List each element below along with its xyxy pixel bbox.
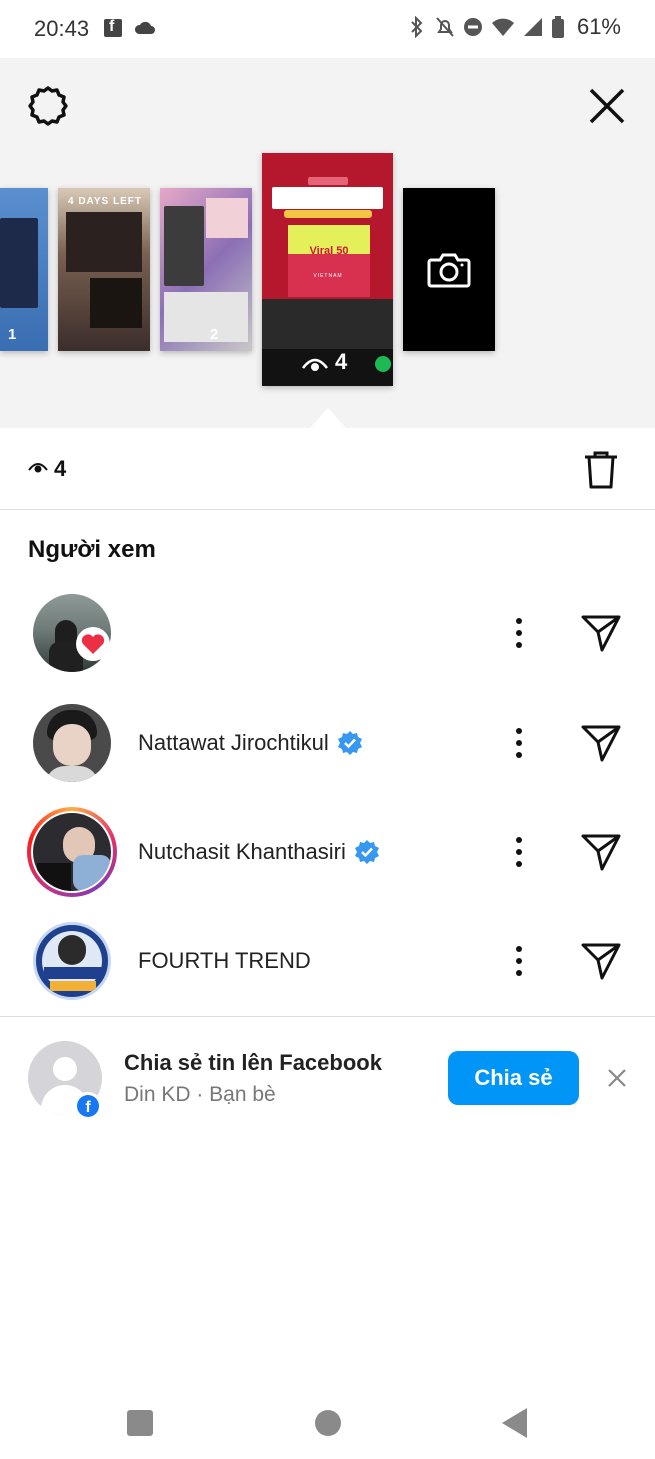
avatar — [33, 813, 111, 891]
send-icon[interactable] — [580, 722, 622, 764]
verified-icon — [354, 840, 379, 864]
camera-icon — [427, 253, 471, 287]
viewers-title: Người xem — [28, 536, 156, 563]
heart-icon — [81, 634, 105, 654]
add-story-camera[interactable] — [403, 188, 495, 351]
viral-50-card: Viral 50 — [288, 225, 370, 297]
selection-pointer — [310, 408, 346, 428]
track-card — [262, 299, 393, 349]
back-button[interactable] — [502, 1408, 527, 1438]
story-view-count: 4 — [335, 349, 348, 374]
viewer-name-wrap: Nattawat Jirochtikul — [138, 730, 363, 756]
more-icon[interactable] — [508, 723, 530, 763]
viewer-row[interactable]: Nattawat Jirochtikul — [0, 692, 655, 792]
story-selector: 1 4 DAYS LEFT 2 Viral 50 VIETNAM 4 — [0, 58, 655, 428]
bluetooth-icon — [411, 16, 423, 38]
navigation-bar — [0, 1384, 655, 1459]
send-icon[interactable] — [580, 831, 622, 873]
wifi-icon — [491, 18, 514, 36]
verified-icon — [337, 731, 362, 755]
trash-icon[interactable] — [583, 450, 619, 490]
viewer-name-wrap: Nutchasit Khanthasiri — [138, 839, 380, 865]
divider — [0, 1016, 655, 1017]
status-bar: 20:43 f 61% — [0, 0, 655, 58]
viewer-name: Nattawat Jirochtikul — [138, 730, 329, 755]
story-photo — [66, 212, 142, 272]
viewer-name: Nutchasit Khanthasiri — [138, 839, 346, 864]
story-thumbnail[interactable]: 4 DAYS LEFT — [58, 188, 150, 351]
status-time: 20:43 — [34, 16, 90, 41]
views-summary: 4 — [0, 428, 655, 510]
story-photo — [164, 292, 248, 342]
viewer-row[interactable] — [0, 583, 655, 683]
viewer-name: FOURTH TREND — [138, 948, 311, 973]
bell-off-icon — [436, 17, 454, 37]
story-photo — [164, 206, 204, 286]
story-view-count: 1 — [8, 326, 17, 343]
more-icon[interactable] — [508, 613, 530, 653]
like-badge — [76, 627, 110, 661]
send-icon[interactable] — [580, 940, 622, 982]
recents-button[interactable] — [127, 1410, 153, 1436]
facebook-icon: f — [74, 1092, 102, 1120]
avatar — [33, 704, 111, 782]
home-button[interactable] — [315, 1410, 341, 1436]
story-thumbnail-selected[interactable]: Viral 50 VIETNAM 4 — [262, 153, 393, 386]
story-headline — [272, 187, 383, 209]
story-photo — [206, 198, 248, 238]
dismiss-icon[interactable] — [606, 1067, 628, 1089]
eye-icon — [302, 358, 328, 371]
status-icons: 61% — [407, 14, 621, 40]
more-icon[interactable] — [508, 941, 530, 981]
views-count: 4 — [54, 456, 67, 481]
signal-icon — [523, 18, 542, 36]
dnd-icon — [463, 18, 482, 36]
story-photo — [90, 278, 142, 328]
story-thumbnail[interactable]: 2 — [160, 188, 252, 351]
viral-label: Viral 50 — [309, 245, 349, 257]
play-icon — [375, 356, 391, 372]
facebook-share-subtitle: Din KD · Bạn bè — [124, 1083, 276, 1106]
battery-percent: 61% — [576, 14, 621, 39]
battery-icon — [551, 16, 564, 38]
story-thumbnail[interactable]: 1 — [0, 188, 48, 351]
eye-icon — [28, 463, 48, 473]
more-icon[interactable] — [508, 832, 530, 872]
viewer-row[interactable]: FOURTH TREND — [0, 910, 655, 1010]
settings-icon[interactable] — [26, 84, 70, 128]
viewer-row[interactable]: Nutchasit Khanthasiri — [0, 801, 655, 901]
facebook-notification-icon: f — [104, 18, 122, 37]
send-icon[interactable] — [580, 612, 622, 654]
share-to-facebook-button[interactable]: Chia sẻ — [448, 1051, 579, 1105]
story-view-count: 2 — [210, 326, 219, 343]
cloud-icon — [134, 21, 155, 34]
avatar — [33, 922, 111, 1000]
close-icon[interactable] — [587, 86, 627, 126]
facebook-share-title: Chia sẻ tin lên Facebook — [124, 1050, 382, 1075]
viral-sublabel: VIETNAM — [313, 273, 343, 279]
story-text: 4 DAYS LEFT — [68, 196, 142, 207]
